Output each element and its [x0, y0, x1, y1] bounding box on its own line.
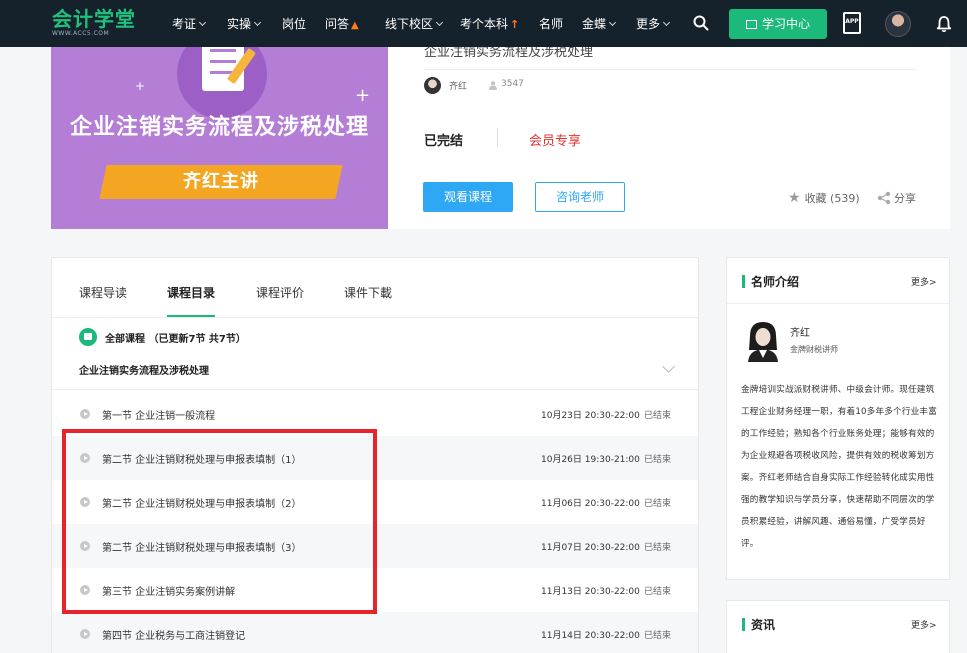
lesson-status: 已结束: [644, 411, 672, 421]
nav-item-kaozheng[interactable]: 考证: [172, 16, 207, 32]
lesson-time: 11月07日 20:30-22:00: [541, 543, 640, 553]
nav-item-jindie[interactable]: 金蝶: [582, 16, 617, 32]
more-link[interactable]: 更多>: [911, 618, 937, 631]
bell-icon[interactable]: [935, 15, 953, 33]
teacher-name[interactable]: 齐红: [449, 79, 467, 92]
more-link[interactable]: 更多>: [911, 275, 937, 288]
play-icon: [80, 629, 90, 639]
chevron-down-icon[interactable]: [662, 360, 675, 373]
user-avatar[interactable]: [885, 11, 911, 37]
teacher-name[interactable]: 齐红: [790, 324, 810, 339]
lesson-time: 11月06日 20:30-22:00: [541, 499, 640, 509]
lesson-time: 11月13日 20:30-22:00: [541, 587, 640, 597]
news-panel: 资讯 更多>: [726, 600, 950, 653]
plus-decor-icon: +: [355, 85, 371, 106]
member-only-label: 会员专享: [529, 134, 582, 149]
teacher-intro-panel: 名师介绍 更多> 齐红 金牌财税讲师 金牌培训实战派财税讲师、中级会计师。现任建…: [726, 257, 950, 580]
lesson-status: 已结束: [644, 543, 672, 553]
cover-teacher-label: 齐红主讲: [183, 171, 259, 192]
nav-item-wenda[interactable]: 问答 ▲: [325, 16, 359, 34]
app-download-icon[interactable]: APP: [843, 12, 861, 34]
heading-accent-bar: [742, 275, 745, 288]
learner-count: 3547: [501, 79, 524, 89]
user-icon: [489, 81, 497, 90]
book-icon: [79, 328, 97, 346]
book-icon: [745, 20, 757, 29]
nav-item-more[interactable]: 更多: [636, 16, 671, 32]
course-tabs: 课程导读 课程目录 课程评价 课件下載: [52, 258, 698, 318]
divider: [424, 69, 916, 70]
consult-teacher-button[interactable]: 咨询老师: [535, 182, 625, 212]
course-cover-image[interactable]: + + 企业注销实务流程及涉税处理 齐红主讲: [51, 47, 388, 229]
chevron-down-icon: [253, 18, 262, 27]
nav-item-xianxia[interactable]: 线下校区: [385, 16, 444, 32]
divider: [727, 303, 949, 304]
top-navbar: 会计学堂 WWW.ACC5.COM 考证 实操 岗位 问答 ▲ 线下校区 考个本科…: [0, 0, 967, 47]
course-header-card: + + 企业注销实务流程及涉税处理 齐红主讲 企业注销实务流程及涉税处理 齐红 …: [51, 45, 950, 229]
lesson-title[interactable]: 第一节 企业注销一般流程: [102, 407, 215, 422]
teacher-photo[interactable]: [746, 320, 780, 362]
arrow-up-icon: ↑: [510, 18, 520, 31]
favorite-button[interactable]: ★ 收藏 (539): [788, 190, 860, 206]
panel-heading: 资讯: [751, 618, 776, 632]
tab-catalog[interactable]: 课程目录: [167, 284, 215, 301]
heading-accent-bar: [742, 618, 745, 631]
divider: [52, 389, 698, 390]
lesson-row[interactable]: 第四节 企业税务与工商注销登记 11月14日 20:30-22:00 已结束: [52, 612, 698, 653]
chevron-down-icon: [662, 18, 671, 27]
logo-url: WWW.ACC5.COM: [52, 30, 110, 37]
lesson-time: 10月26日 19:30-21:00: [541, 455, 640, 465]
chevron-down-icon: [435, 18, 444, 27]
share-icon: [877, 191, 891, 205]
site-logo[interactable]: 会计学堂 WWW.ACC5.COM: [52, 8, 136, 38]
course-status: 已完结: [424, 134, 464, 149]
lesson-time: 11月14日 20:30-22:00: [541, 631, 640, 641]
annotation-highlight-box: [62, 429, 377, 614]
divider: [497, 128, 498, 147]
nav-item-mingshi[interactable]: 名师: [539, 16, 563, 32]
teacher-description: 金牌培训实战派财税讲师、中级会计师。现任建筑工程企业财务经理一职，有着10多年多…: [741, 385, 938, 549]
tab-downloads[interactable]: 课件下載: [344, 284, 392, 301]
tab-reviews[interactable]: 课程评价: [256, 284, 304, 301]
lesson-status: 已结束: [644, 499, 672, 509]
tab-intro[interactable]: 课程导读: [79, 284, 127, 301]
chevron-down-icon: [608, 18, 617, 27]
active-tab-indicator: [167, 315, 215, 317]
lesson-title[interactable]: 第四节 企业税务与工商注销登记: [102, 627, 245, 642]
study-center-button[interactable]: 学习中心: [729, 9, 827, 39]
section-title[interactable]: 企业注销实务流程及涉税处理: [79, 362, 209, 377]
hot-flame-icon: ▲: [351, 20, 359, 31]
nav-item-shicao[interactable]: 实操: [227, 16, 262, 32]
nav-item-gangwei[interactable]: 岗位: [282, 16, 306, 32]
teacher-role: 金牌财税讲师: [790, 345, 838, 354]
play-icon: [80, 409, 90, 419]
teacher-avatar[interactable]: [424, 77, 441, 94]
plus-decor-icon: +: [135, 79, 146, 93]
chevron-down-icon: [198, 18, 207, 27]
search-icon[interactable]: [693, 15, 709, 31]
lesson-status: 已结束: [644, 587, 672, 597]
lesson-status: 已结束: [644, 631, 672, 641]
logo-text: 会计学堂: [52, 7, 136, 31]
panel-heading: 名师介绍: [751, 275, 800, 289]
watch-course-button[interactable]: 观看课程: [423, 182, 513, 212]
lesson-status: 已结束: [644, 455, 672, 465]
star-icon: ★: [788, 190, 801, 206]
all-lessons-label: 全部课程 （已更新7节 共7节）: [105, 334, 246, 345]
lesson-time: 10月23日 20:30-22:00: [541, 411, 640, 421]
cover-title: 企业注销实务流程及涉税处理: [69, 115, 369, 140]
share-button[interactable]: 分享: [877, 190, 916, 206]
nav-item-benke[interactable]: 考个本科 ↑: [460, 16, 519, 33]
